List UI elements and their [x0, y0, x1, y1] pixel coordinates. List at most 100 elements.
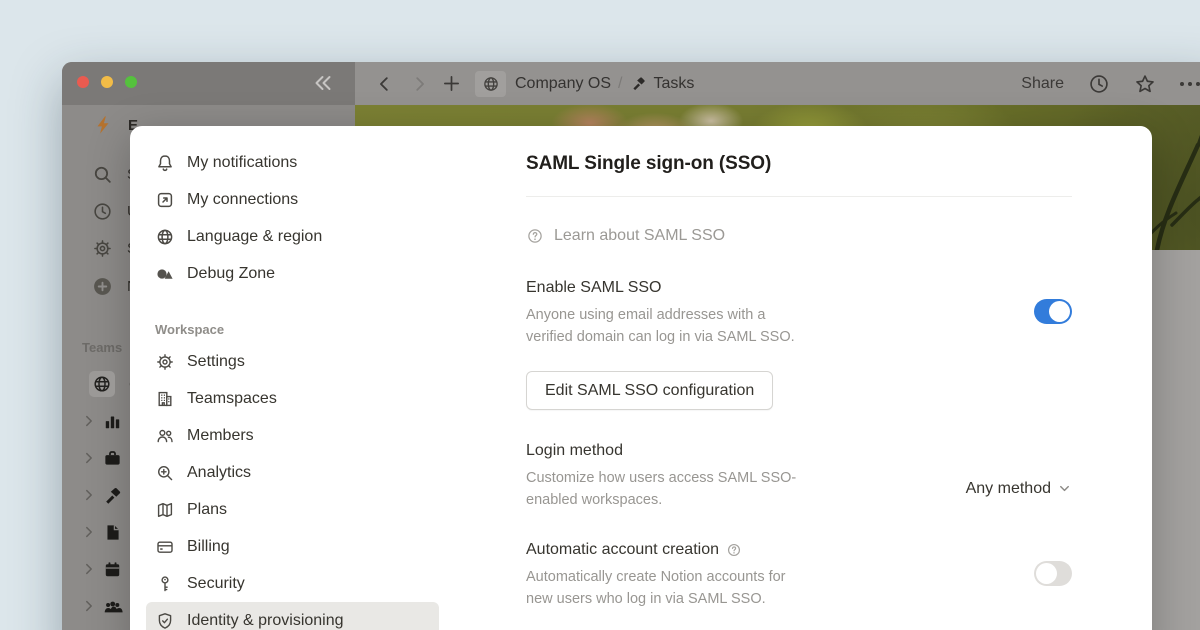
menu-item-billing[interactable]: Billing: [146, 528, 439, 565]
menu-item-my-connections[interactable]: My connections: [146, 181, 439, 218]
credit-card-icon: [155, 537, 175, 557]
question-circle-icon[interactable]: [726, 542, 742, 558]
search-icon: [92, 164, 113, 185]
sidebar-item-updates[interactable]: U: [62, 195, 138, 227]
lightning-icon: [92, 114, 114, 136]
teamspace-item[interactable]: C: [62, 368, 140, 400]
sidebar-page-row[interactable]: [62, 553, 123, 585]
building-icon: [155, 389, 175, 409]
briefcase-icon: [102, 448, 123, 469]
workspace-switcher[interactable]: E: [62, 109, 138, 141]
dropdown-selected-value: Any method: [966, 480, 1051, 498]
menu-item-settings[interactable]: Settings: [146, 343, 439, 380]
forward-icon[interactable]: [410, 75, 428, 93]
close-button[interactable]: [77, 76, 89, 88]
zoom-button[interactable]: [125, 76, 137, 88]
chevron-right-icon[interactable]: [82, 599, 96, 613]
chevron-right-icon[interactable]: [82, 451, 96, 465]
chevron-right-icon[interactable]: [82, 488, 96, 502]
menu-item-plans[interactable]: Plans: [146, 491, 439, 528]
gear-icon: [155, 352, 175, 372]
breadcrumb: Company OS / Tasks: [515, 75, 694, 93]
menu-item-members[interactable]: Members: [146, 417, 439, 454]
sidebar-page-row-tasks[interactable]: [62, 479, 123, 511]
app-window: Company OS / Tasks Share: [62, 62, 1200, 630]
titlebar: Company OS / Tasks Share: [62, 62, 1200, 105]
chevron-right-icon[interactable]: [82, 414, 96, 428]
globe-icon: [89, 371, 115, 397]
minimize-button[interactable]: [101, 76, 113, 88]
settings-modal: My notifications My connections Language…: [130, 126, 1152, 630]
sidebar-page-row[interactable]: [62, 442, 123, 474]
menu-item-identity-provisioning[interactable]: Identity & provisioning: [146, 602, 439, 630]
sidebar-item-search[interactable]: S: [62, 158, 137, 190]
menu-item-security[interactable]: Security: [146, 565, 439, 602]
menu-item-label: My connections: [187, 191, 298, 209]
breadcrumb-separator: /: [618, 75, 622, 93]
magnifier-plus-icon: [155, 463, 175, 483]
sidebar-page-row[interactable]: [62, 405, 123, 437]
auto-account-toggle[interactable]: [1034, 561, 1072, 586]
chevron-right-icon[interactable]: [82, 525, 96, 539]
clock-icon: [92, 201, 113, 222]
back-icon[interactable]: [376, 75, 394, 93]
new-tab-icon[interactable]: [442, 74, 461, 93]
sidebar-page-row[interactable]: [62, 590, 123, 622]
screenshot-stage: Company OS / Tasks Share: [0, 0, 1200, 630]
login-method-section: Login method Customize how users access …: [526, 440, 1072, 511]
history-clock-icon[interactable]: [1088, 73, 1110, 95]
login-method-title: Login method: [526, 440, 816, 461]
toolbar: Company OS / Tasks Share: [362, 62, 1200, 105]
breadcrumb-workspace[interactable]: Company OS: [515, 75, 611, 93]
login-method-description: Customize how users access SAML SSO-enab…: [526, 468, 816, 511]
map-icon: [155, 500, 175, 520]
menu-item-label: My notifications: [187, 154, 297, 172]
site-globe-icon[interactable]: [475, 71, 506, 97]
menu-item-teamspaces[interactable]: Teamspaces: [146, 380, 439, 417]
menu-item-label: Debug Zone: [187, 265, 275, 283]
chevron-right-icon[interactable]: [82, 562, 96, 576]
menu-item-label: Billing: [187, 538, 230, 556]
sidebar-item-settings[interactable]: S: [62, 232, 137, 264]
learn-about-saml-link[interactable]: Learn about SAML SSO: [526, 227, 1072, 245]
enable-saml-toggle[interactable]: [1034, 299, 1072, 324]
bell-icon: [155, 153, 175, 173]
shield-check-icon: [155, 611, 175, 630]
hammer-icon: [630, 75, 647, 92]
toggle-knob: [1036, 563, 1057, 584]
menu-item-label: Identity & provisioning: [187, 612, 344, 630]
workspace-section-label: Workspace: [155, 322, 447, 337]
debug-shapes-icon: [155, 264, 175, 284]
learn-link-label: Learn about SAML SSO: [554, 227, 725, 245]
enable-saml-title: Enable SAML SSO: [526, 277, 816, 298]
auto-account-title-label: Automatic account creation: [526, 539, 719, 560]
plus-circle-icon: [92, 276, 113, 297]
menu-item-debug-zone[interactable]: Debug Zone: [146, 255, 439, 292]
menu-item-label: Analytics: [187, 464, 251, 482]
menu-item-label: Security: [187, 575, 245, 593]
edit-saml-config-button[interactable]: Edit SAML SSO configuration: [526, 371, 773, 410]
sidebar-page-row[interactable]: [62, 516, 123, 548]
key-icon: [155, 574, 175, 594]
login-method-dropdown[interactable]: Any method: [966, 466, 1072, 511]
menu-item-language-region[interactable]: Language & region: [146, 218, 439, 255]
auto-account-title: Automatic account creation: [526, 539, 816, 560]
gear-icon: [92, 238, 113, 259]
globe-icon: [155, 227, 175, 247]
sidebar-collapse-icon[interactable]: [312, 72, 334, 94]
teamspaces-section-label: Teams: [82, 340, 122, 355]
page-icon: [102, 522, 123, 543]
menu-item-label: Plans: [187, 501, 227, 519]
share-button[interactable]: Share: [1021, 75, 1064, 93]
breadcrumb-page[interactable]: Tasks: [654, 75, 695, 93]
menu-item-label: Teamspaces: [187, 390, 277, 408]
chevron-down-icon: [1057, 481, 1072, 496]
menu-item-label: Language & region: [187, 228, 322, 246]
menu-item-label: Members: [187, 427, 254, 445]
menu-item-my-notifications[interactable]: My notifications: [146, 144, 439, 181]
question-circle-icon: [526, 227, 544, 245]
menu-item-analytics[interactable]: Analytics: [146, 454, 439, 491]
sidebar-item-new-page[interactable]: N: [62, 270, 138, 302]
more-options-icon[interactable]: [1180, 82, 1200, 86]
favorite-star-icon[interactable]: [1134, 73, 1156, 95]
